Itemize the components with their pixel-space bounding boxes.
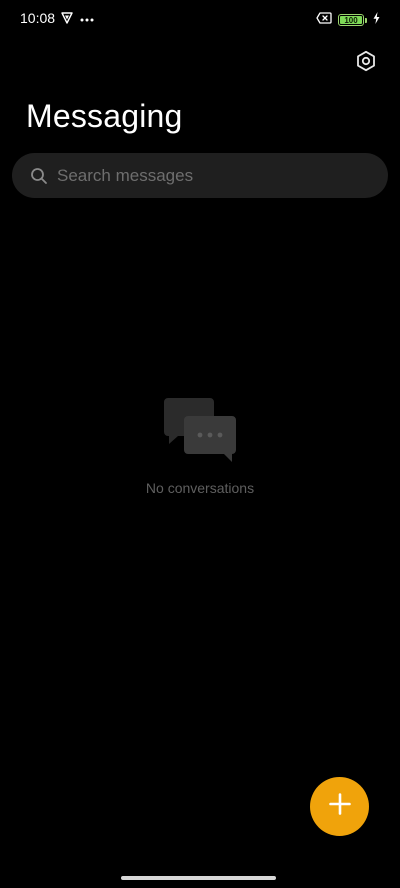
status-right-icons: 100 [316,11,380,29]
status-bar: 10:08 100 [0,0,400,36]
search-input[interactable] [57,165,357,186]
charging-bolt-icon [373,11,380,29]
settings-button[interactable] [354,50,378,77]
gear-icon [355,50,377,77]
sim-error-icon [316,11,332,29]
battery-level: 100 [344,15,358,25]
empty-state-message: No conversations [145,480,255,496]
plus-icon [328,793,351,820]
battery-icon: 100 [338,14,364,26]
home-indicator[interactable] [121,876,276,880]
status-time: 10:08 [20,10,56,26]
search-bar[interactable] [12,153,388,198]
search-icon [30,167,48,185]
vpn-shield-icon [61,11,73,29]
page-title: Messaging [26,98,183,134]
empty-state: No conversations [0,396,400,496]
new-conversation-button[interactable] [310,777,369,836]
more-notifications-icon [80,12,94,24]
chat-bubbles-icon [162,396,238,464]
battery-tip [365,17,367,23]
status-left-icons [61,11,94,29]
